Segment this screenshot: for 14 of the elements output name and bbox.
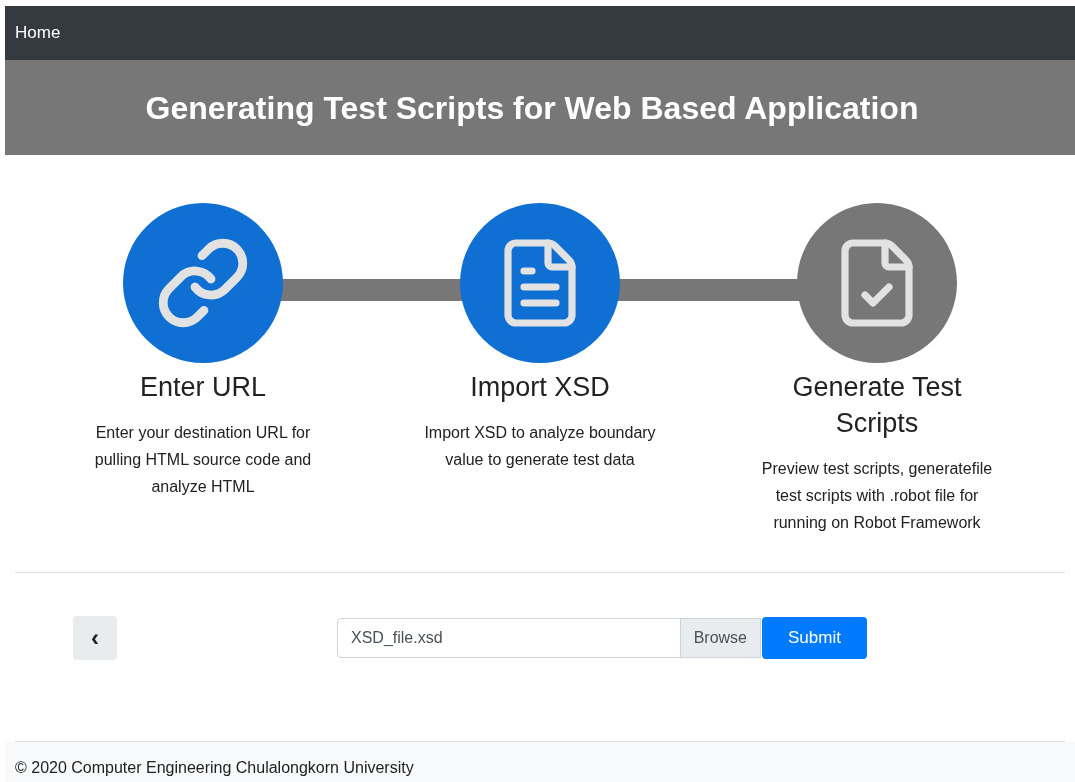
step-title: Import XSD (469, 371, 611, 404)
submit-button[interactable]: Submit (762, 617, 867, 659)
step-description: Enter your destination URL for pulling HTML source code and analyze HTML (93, 423, 313, 497)
banner-title: Generating Test Scripts for Web Based Application (145, 88, 920, 128)
step-title: Generate Test Scripts (791, 371, 963, 440)
footer-text: © 2020 Computer Engineering Chulalongkorn University (15, 758, 414, 778)
step-description: Preview test scripts, generatefile test scripts with .robot file for running on Robot Framework (760, 459, 994, 533)
home-link[interactable]: Home (15, 20, 61, 46)
browse-button[interactable]: Browse (679, 619, 760, 657)
step-description: Import XSD to analyze boundary value to generate test data (423, 423, 657, 470)
file-input-field[interactable]: XSD_file.xsd Browse (337, 618, 761, 658)
back-button[interactable]: ‹ (73, 616, 117, 660)
file-name: XSD_file.xsd (350, 628, 444, 648)
step-title: Enter URL (138, 371, 268, 404)
